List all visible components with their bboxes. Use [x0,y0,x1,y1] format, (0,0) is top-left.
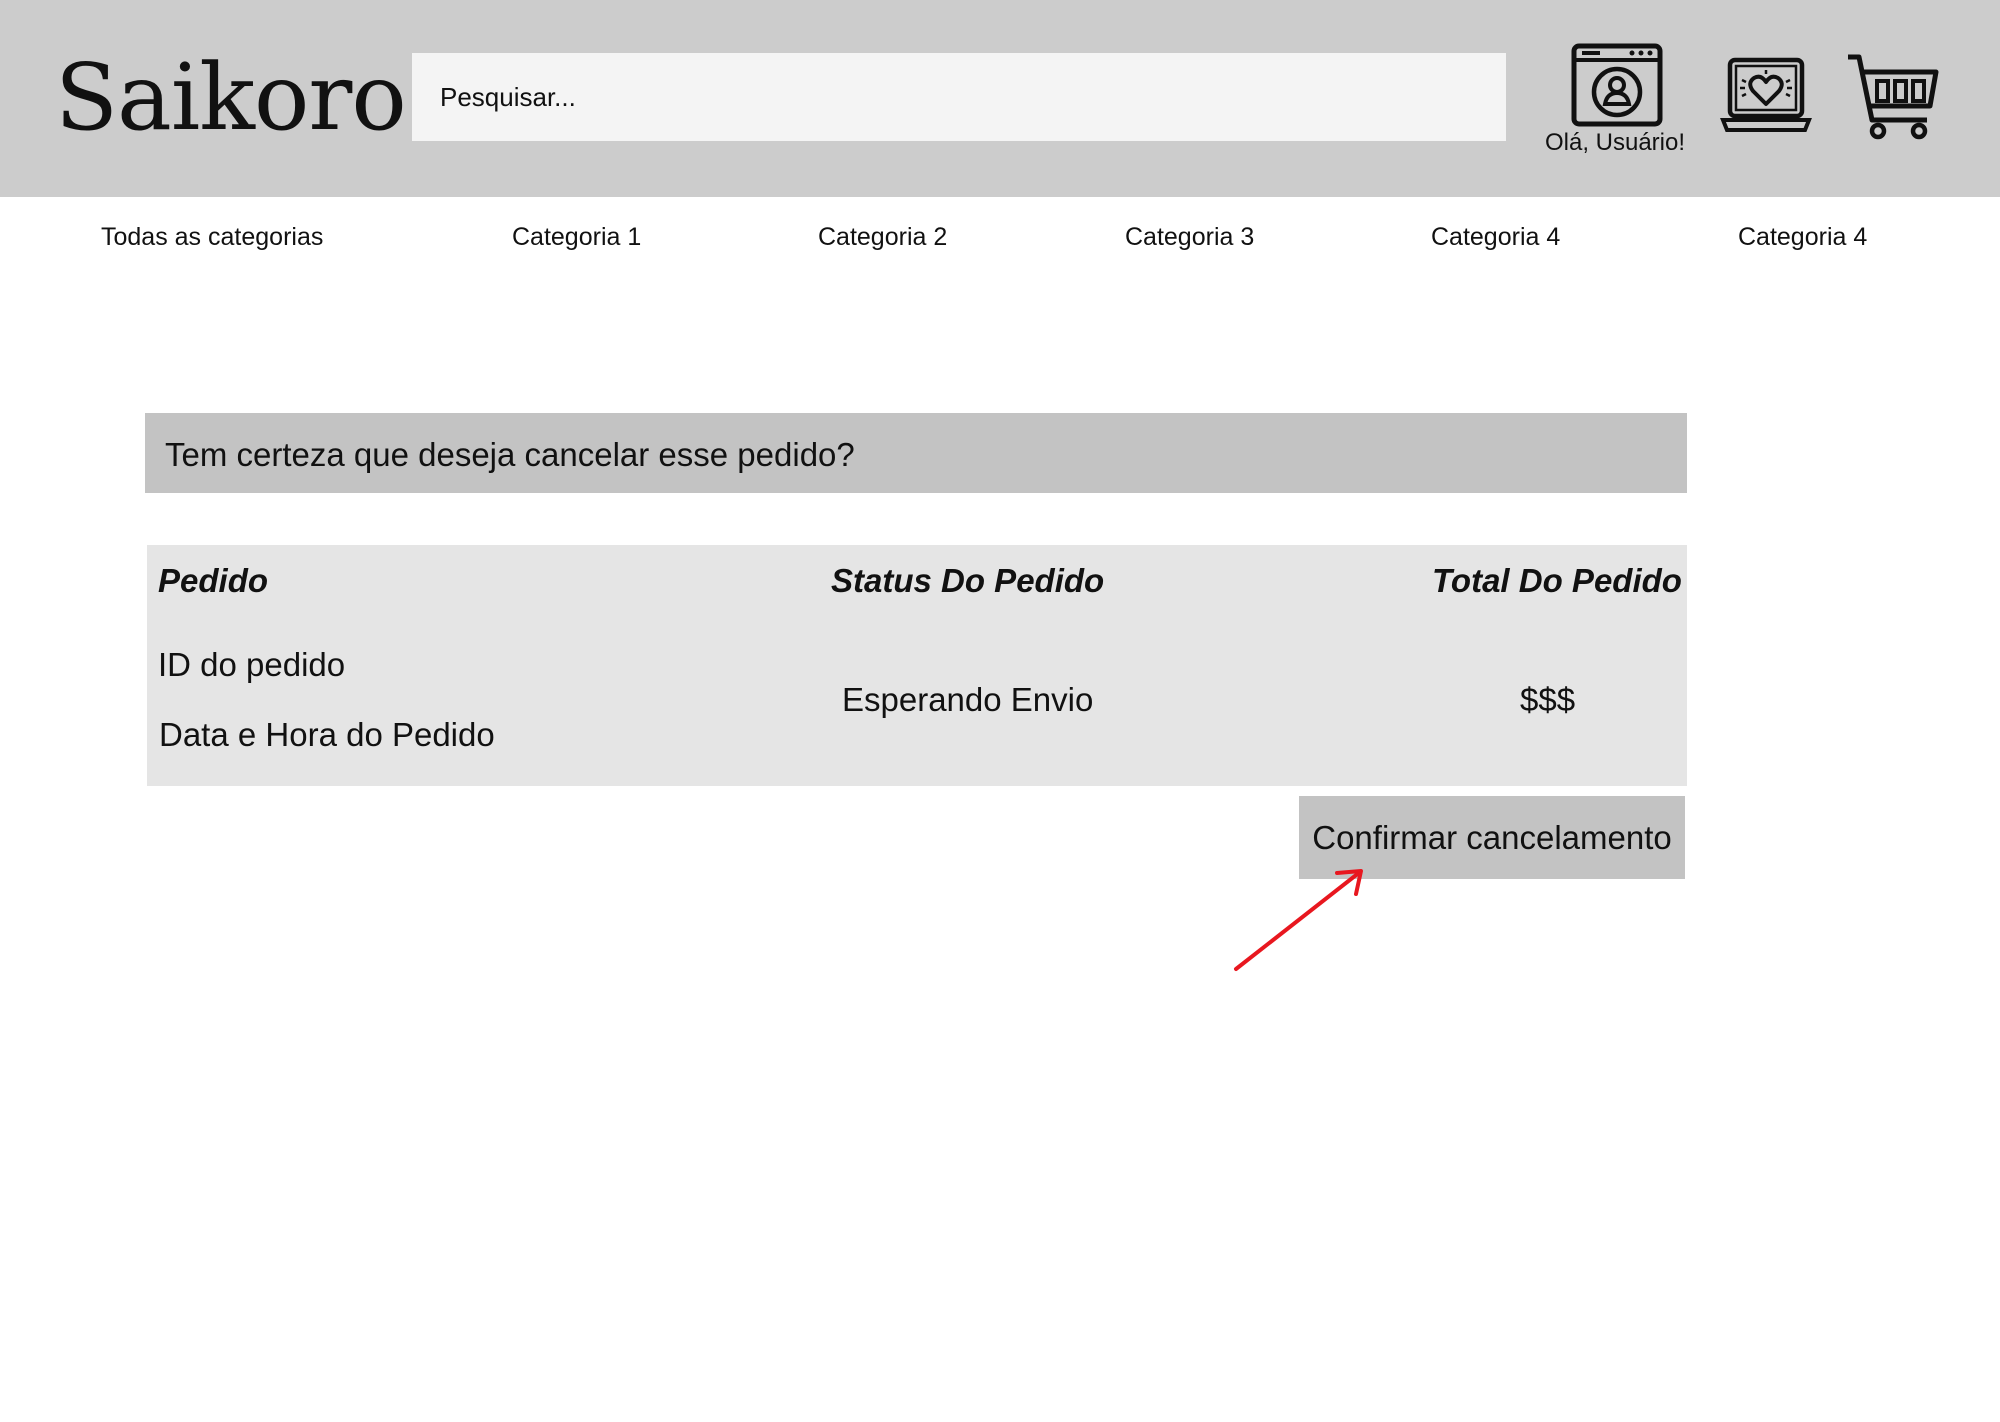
order-table: Pedido Status Do Pedido Total Do Pedido … [147,545,1687,786]
order-status: Esperando Envio [842,681,1094,718]
category-4-second[interactable]: Categoria 4 [1738,222,1867,252]
cart-button[interactable] [1845,52,1940,140]
site-logo[interactable]: Saikoro [55,38,407,158]
header: Saikoro Olá, Usuário! [0,0,2000,197]
account-icon [1571,43,1663,127]
user-greeting[interactable]: Olá, Usuário! [1540,128,1690,158]
order-total: $$$ [1520,681,1576,718]
wishlist-button[interactable] [1720,56,1812,136]
confirmation-question: Tem certeza que deseja cancelar esse ped… [165,436,855,473]
category-4[interactable]: Categoria 4 [1431,222,1560,252]
header-order-total: Total Do Pedido [1432,562,1682,599]
category-3[interactable]: Categoria 3 [1125,222,1254,252]
order-datetime: Data e Hora do Pedido [159,716,495,753]
annotation-arrow-icon [1234,869,1363,971]
header-order: Pedido [158,562,269,599]
cancel-confirmation-banner: Tem certeza que deseja cancelar esse ped… [145,413,1687,493]
wishlist-icon [1720,57,1812,132]
cart-icon [1848,54,1939,140]
category-2[interactable]: Categoria 2 [818,222,947,252]
category-1[interactable]: Categoria 1 [512,222,641,252]
category-all[interactable]: Todas as categorias [101,222,323,252]
category-nav: Todas as categorias Categoria 1 Categori… [0,197,2000,277]
account-button[interactable] [1570,42,1664,128]
order-id: ID do pedido [158,646,346,683]
search-input[interactable] [412,53,1506,141]
header-order-status: Status Do Pedido [831,562,1105,599]
